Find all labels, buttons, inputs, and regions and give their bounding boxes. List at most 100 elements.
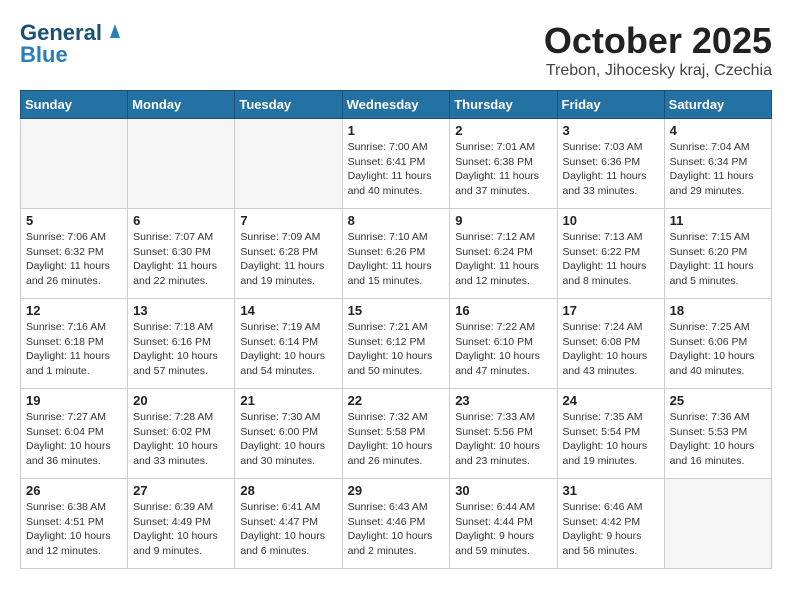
page-header: General Blue October 2025 Trebon, Jihoce… (20, 20, 772, 80)
day-number: 13 (133, 303, 229, 318)
day-info: Sunrise: 7:03 AMSunset: 6:36 PMDaylight:… (563, 140, 659, 199)
day-info: Sunrise: 7:35 AMSunset: 5:54 PMDaylight:… (563, 410, 659, 469)
logo-icon (104, 20, 126, 42)
day-number: 9 (455, 213, 551, 228)
day-number: 4 (670, 123, 766, 138)
calendar-cell: 30 Sunrise: 6:44 AMSunset: 4:44 PMDayligh… (450, 479, 557, 569)
day-info: Sunrise: 7:07 AMSunset: 6:30 PMDaylight:… (133, 230, 229, 289)
day-info: Sunrise: 7:24 AMSunset: 6:08 PMDaylight:… (563, 320, 659, 379)
calendar-cell: 21 Sunrise: 7:30 AMSunset: 6:00 PMDayligh… (235, 389, 342, 479)
day-info: Sunrise: 7:25 AMSunset: 6:06 PMDaylight:… (670, 320, 766, 379)
day-number: 7 (240, 213, 336, 228)
day-info: Sunrise: 7:10 AMSunset: 6:26 PMDaylight:… (348, 230, 445, 289)
calendar-cell: 5Sunrise: 7:06 AMSunset: 6:32 PMDaylight… (21, 209, 128, 299)
day-info: Sunrise: 6:46 AMSunset: 4:42 PMDaylight:… (563, 500, 659, 559)
calendar-cell: 11 Sunrise: 7:15 AMSunset: 6:20 PMDayligh… (664, 209, 771, 299)
day-info: Sunrise: 7:15 AMSunset: 6:20 PMDaylight:… (670, 230, 766, 289)
weekday-header-saturday: Saturday (664, 91, 771, 119)
day-number: 27 (133, 483, 229, 498)
calendar-cell: 15Sunrise: 7:21 AMSunset: 6:12 PMDayligh… (342, 299, 450, 389)
calendar-cell (235, 119, 342, 209)
calendar-cell: 24 Sunrise: 7:35 AMSunset: 5:54 PMDayligh… (557, 389, 664, 479)
day-info: Sunrise: 7:12 AMSunset: 6:24 PMDaylight:… (455, 230, 551, 289)
calendar-cell (664, 479, 771, 569)
day-number: 15 (348, 303, 445, 318)
calendar-cell (128, 119, 235, 209)
day-number: 11 (670, 213, 766, 228)
day-info: Sunrise: 7:16 AMSunset: 6:18 PMDaylight:… (26, 320, 122, 379)
day-number: 28 (240, 483, 336, 498)
week-row-1: 1 Sunrise: 7:00 AMSunset: 6:41 PMDaylight… (21, 119, 772, 209)
day-info: Sunrise: 7:28 AMSunset: 6:02 PMDaylight:… (133, 410, 229, 469)
weekday-header-monday: Monday (128, 91, 235, 119)
weekday-header-sunday: Sunday (21, 91, 128, 119)
weekday-header-row: SundayMondayTuesdayWednesdayThursdayFrid… (21, 91, 772, 119)
calendar-cell: 13 Sunrise: 7:18 AMSunset: 6:16 PMDayligh… (128, 299, 235, 389)
day-number: 29 (348, 483, 445, 498)
calendar-cell: 23Sunrise: 7:33 AMSunset: 5:56 PMDayligh… (450, 389, 557, 479)
day-number: 16 (455, 303, 551, 318)
day-info: Sunrise: 6:38 AMSunset: 4:51 PMDaylight:… (26, 500, 122, 559)
day-info: Sunrise: 7:13 AMSunset: 6:22 PMDaylight:… (563, 230, 659, 289)
calendar-cell: 16 Sunrise: 7:22 AMSunset: 6:10 PMDayligh… (450, 299, 557, 389)
weekday-header-friday: Friday (557, 91, 664, 119)
day-info: Sunrise: 7:00 AMSunset: 6:41 PMDaylight:… (348, 140, 445, 199)
day-number: 20 (133, 393, 229, 408)
day-number: 5 (26, 213, 122, 228)
calendar-cell (21, 119, 128, 209)
calendar-cell: 19Sunrise: 7:27 AMSunset: 6:04 PMDayligh… (21, 389, 128, 479)
day-info: Sunrise: 6:41 AMSunset: 4:47 PMDaylight:… (240, 500, 336, 559)
day-number: 3 (563, 123, 659, 138)
calendar-cell: 7Sunrise: 7:09 AMSunset: 6:28 PMDaylight… (235, 209, 342, 299)
day-number: 18 (670, 303, 766, 318)
day-info: Sunrise: 7:22 AMSunset: 6:10 PMDaylight:… (455, 320, 551, 379)
calendar-cell: 22Sunrise: 7:32 AMSunset: 5:58 PMDayligh… (342, 389, 450, 479)
day-number: 25 (670, 393, 766, 408)
day-number: 31 (563, 483, 659, 498)
calendar-cell: 20 Sunrise: 7:28 AMSunset: 6:02 PMDayligh… (128, 389, 235, 479)
day-number: 30 (455, 483, 551, 498)
day-info: Sunrise: 6:43 AMSunset: 4:46 PMDaylight:… (348, 500, 445, 559)
day-info: Sunrise: 6:44 AMSunset: 4:44 PMDaylight:… (455, 500, 551, 559)
day-number: 19 (26, 393, 122, 408)
day-number: 21 (240, 393, 336, 408)
calendar-cell: 27Sunrise: 6:39 AMSunset: 4:49 PMDayligh… (128, 479, 235, 569)
day-number: 14 (240, 303, 336, 318)
calendar-cell: 14 Sunrise: 7:19 AMSunset: 6:14 PMDayligh… (235, 299, 342, 389)
weekday-header-tuesday: Tuesday (235, 91, 342, 119)
calendar-cell: 31 Sunrise: 6:46 AMSunset: 4:42 PMDayligh… (557, 479, 664, 569)
day-number: 22 (348, 393, 445, 408)
day-info: Sunrise: 7:36 AMSunset: 5:53 PMDaylight:… (670, 410, 766, 469)
calendar-cell: 4 Sunrise: 7:04 AMSunset: 6:34 PMDaylight… (664, 119, 771, 209)
calendar-cell: 29 Sunrise: 6:43 AMSunset: 4:46 PMDayligh… (342, 479, 450, 569)
calendar-cell: 10 Sunrise: 7:13 AMSunset: 6:22 PMDayligh… (557, 209, 664, 299)
logo: General Blue (20, 20, 126, 68)
calendar-cell: 9 Sunrise: 7:12 AMSunset: 6:24 PMDaylight… (450, 209, 557, 299)
day-number: 2 (455, 123, 551, 138)
day-info: Sunrise: 7:18 AMSunset: 6:16 PMDaylight:… (133, 320, 229, 379)
calendar-cell: 17 Sunrise: 7:24 AMSunset: 6:08 PMDayligh… (557, 299, 664, 389)
day-number: 24 (563, 393, 659, 408)
month-title: October 2025 (544, 20, 772, 62)
day-number: 12 (26, 303, 122, 318)
day-number: 1 (348, 123, 445, 138)
week-row-4: 19Sunrise: 7:27 AMSunset: 6:04 PMDayligh… (21, 389, 772, 479)
calendar-cell: 3 Sunrise: 7:03 AMSunset: 6:36 PMDaylight… (557, 119, 664, 209)
day-info: Sunrise: 7:30 AMSunset: 6:00 PMDaylight:… (240, 410, 336, 469)
day-info: Sunrise: 7:33 AMSunset: 5:56 PMDaylight:… (455, 410, 551, 469)
title-block: October 2025 Trebon, Jihocesky kraj, Cze… (544, 20, 772, 80)
weekday-header-wednesday: Wednesday (342, 91, 450, 119)
calendar-cell: 12 Sunrise: 7:16 AMSunset: 6:18 PMDayligh… (21, 299, 128, 389)
day-number: 10 (563, 213, 659, 228)
day-info: Sunrise: 7:19 AMSunset: 6:14 PMDaylight:… (240, 320, 336, 379)
day-number: 8 (348, 213, 445, 228)
day-number: 17 (563, 303, 659, 318)
day-number: 26 (26, 483, 122, 498)
weekday-header-thursday: Thursday (450, 91, 557, 119)
logo-blue: Blue (20, 42, 68, 68)
calendar-cell: 2Sunrise: 7:01 AMSunset: 6:38 PMDaylight… (450, 119, 557, 209)
day-info: Sunrise: 7:04 AMSunset: 6:34 PMDaylight:… (670, 140, 766, 199)
location: Trebon, Jihocesky kraj, Czechia (544, 62, 772, 80)
calendar-cell: 8 Sunrise: 7:10 AMSunset: 6:26 PMDaylight… (342, 209, 450, 299)
day-number: 6 (133, 213, 229, 228)
